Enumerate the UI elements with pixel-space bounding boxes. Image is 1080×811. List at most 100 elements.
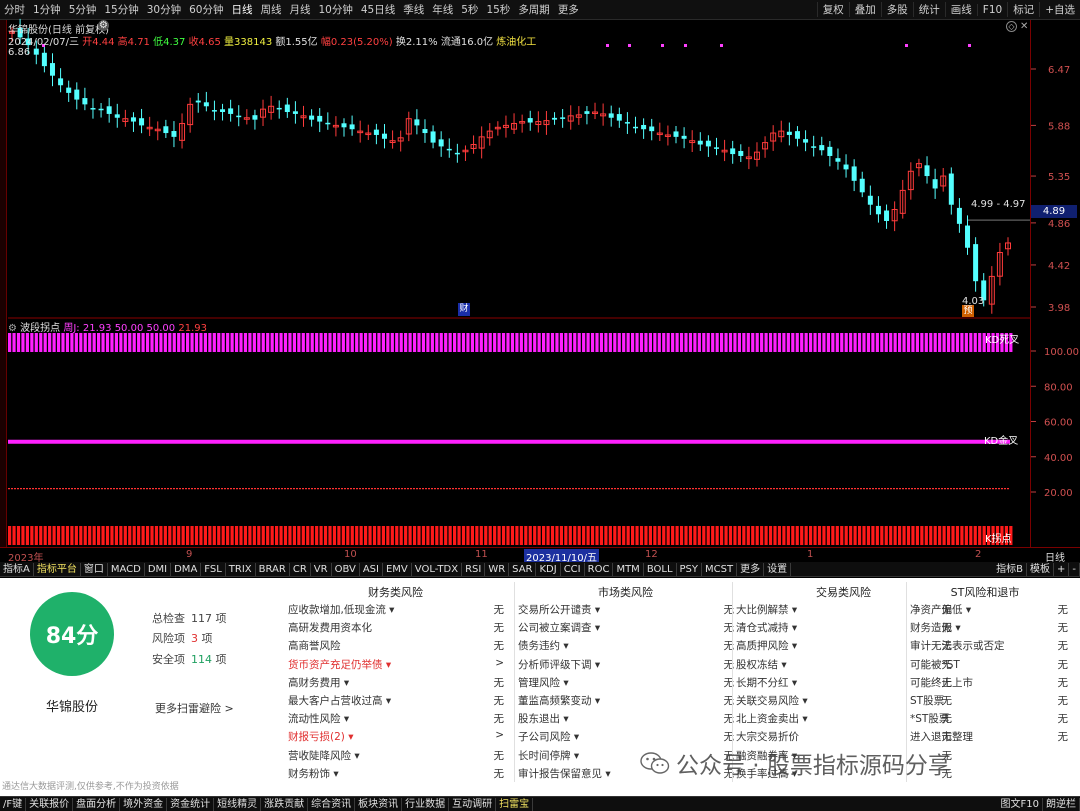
risk-item[interactable]: 高质押风险 ▾ bbox=[736, 638, 797, 653]
kd-top-bar bbox=[724, 333, 728, 352]
indicator-tab[interactable]: 更多 bbox=[737, 562, 765, 576]
indicator-tab[interactable]: TRIX bbox=[226, 562, 256, 576]
finance-marker[interactable]: 财 bbox=[458, 303, 470, 316]
indicator-tab[interactable]: RSI bbox=[462, 562, 486, 576]
risk-item[interactable]: 财务造假 ▾ bbox=[910, 620, 961, 635]
risk-item[interactable]: 货币资产充足仍举债 ▾ bbox=[288, 657, 391, 672]
bottom-tab[interactable]: 互动调研 bbox=[449, 797, 497, 811]
indicator-tab[interactable]: DMA bbox=[171, 562, 202, 576]
k-bottom-bar bbox=[319, 526, 323, 545]
indicator-tab[interactable]: OBV bbox=[332, 562, 360, 576]
bottom-tab[interactable]: 盘面分析 bbox=[73, 797, 121, 811]
indicator-tab-right[interactable]: 指标B bbox=[993, 562, 1027, 576]
indicator-tab[interactable]: CR bbox=[290, 562, 311, 576]
risk-item[interactable]: 董监高频繁变动 ▾ bbox=[518, 693, 600, 708]
k-bottom-bar bbox=[969, 526, 973, 545]
risk-item[interactable]: 大宗交易折价 bbox=[736, 729, 799, 744]
indicator-tab[interactable]: PSY bbox=[677, 562, 703, 576]
indicator-tab[interactable]: VR bbox=[311, 562, 332, 576]
risk-item[interactable]: 公司被立案调查 ▾ bbox=[518, 620, 600, 635]
indicator-tab[interactable]: VOL-TDX bbox=[412, 562, 463, 576]
bottom-right-tab[interactable]: 图文F10 bbox=[998, 797, 1043, 811]
bottom-tab[interactable]: 关联报价 bbox=[26, 797, 74, 811]
bottom-tab[interactable]: 扫雷宝 bbox=[496, 797, 534, 811]
bottom-tab[interactable]: 板块资讯 bbox=[355, 797, 403, 811]
bottom-tab[interactable]: 行业数据 bbox=[402, 797, 450, 811]
chart-close-icon[interactable]: ✕ bbox=[1020, 21, 1028, 32]
risk-item[interactable]: 应收款增加,低现金流 ▾ bbox=[288, 602, 394, 617]
risk-item[interactable]: 股权冻结 ▾ bbox=[736, 657, 787, 672]
header-sector[interactable]: 炼油化工 bbox=[496, 37, 536, 48]
bottom-tab[interactable]: /F键 bbox=[0, 797, 27, 811]
risk-item[interactable]: 长期不分红 ▾ bbox=[736, 675, 797, 690]
indicator-tab[interactable]: MCST bbox=[702, 562, 738, 576]
risk-item[interactable]: 净资产偏低 ▾ bbox=[910, 602, 971, 617]
more-scan-link[interactable]: 更多扫雷避险 > bbox=[155, 700, 234, 716]
risk-item[interactable]: 清仓式减持 ▾ bbox=[736, 620, 797, 635]
indicator-tab[interactable]: DMI bbox=[145, 562, 172, 576]
indicator-tab[interactable]: ROC bbox=[585, 562, 614, 576]
risk-item[interactable]: ST股票 bbox=[910, 693, 944, 708]
risk-item[interactable]: 进入退市整理 bbox=[910, 729, 973, 744]
k-bottom-bar bbox=[889, 526, 893, 545]
risk-item[interactable]: 财报亏损(2) ▾ bbox=[288, 729, 353, 744]
risk-item[interactable]: 流动性风险 ▾ bbox=[288, 711, 349, 726]
risk-item[interactable]: 长时间停牌 ▾ bbox=[518, 748, 579, 763]
risk-item[interactable]: 高财务费用 ▾ bbox=[288, 675, 349, 690]
risk-item[interactable]: 审计报告保留意见 ▾ bbox=[518, 766, 611, 781]
indicator-gear-icon[interactable]: ⚙ bbox=[8, 323, 17, 334]
kd-top-bar bbox=[542, 333, 546, 352]
indicator-tab[interactable]: 指标A bbox=[0, 562, 34, 576]
indicator-tab[interactable]: BRAR bbox=[256, 562, 290, 576]
kd-top-bar bbox=[310, 333, 314, 352]
indicator-tab[interactable]: 设置 bbox=[764, 562, 792, 576]
indicator-tab[interactable]: ASI bbox=[360, 562, 383, 576]
kd-top-bar bbox=[844, 333, 848, 352]
indicator-tab[interactable]: EMV bbox=[383, 562, 412, 576]
bottom-tab[interactable]: 资金统计 bbox=[167, 797, 215, 811]
risk-item[interactable]: 股东退出 ▾ bbox=[518, 711, 569, 726]
indicator-tab[interactable]: MACD bbox=[108, 562, 145, 576]
risk-item[interactable]: 最大客户占营收过高 ▾ bbox=[288, 693, 391, 708]
risk-item[interactable]: 高研发费用资本化 bbox=[288, 620, 372, 635]
risk-item[interactable]: 子公司风险 ▾ bbox=[518, 729, 579, 744]
risk-item[interactable]: 交易所公开谴责 ▾ bbox=[518, 602, 600, 617]
risk-item[interactable]: 北上资金卖出 ▾ bbox=[736, 711, 808, 726]
risk-item[interactable]: 债务违约 ▾ bbox=[518, 638, 569, 653]
risk-item-value: 无 bbox=[723, 622, 735, 635]
risk-item[interactable]: 高商誉风险 bbox=[288, 638, 341, 653]
settings-gear-icon[interactable]: ⚙ bbox=[98, 20, 109, 31]
risk-item[interactable]: 可能被*ST bbox=[910, 657, 960, 672]
indicator-tab[interactable]: FSL bbox=[201, 562, 226, 576]
chart-expand-icon[interactable]: ◇ bbox=[1006, 21, 1017, 32]
indicator-tab[interactable]: BOLL bbox=[644, 562, 677, 576]
bottom-tab[interactable]: 境外资金 bbox=[120, 797, 168, 811]
risk-item[interactable]: 管理风险 ▾ bbox=[518, 675, 569, 690]
risk-item[interactable]: *ST股票 bbox=[910, 711, 949, 726]
indicator-tab[interactable]: KDJ bbox=[536, 562, 561, 576]
indicator-tab[interactable]: SAR bbox=[509, 562, 537, 576]
risk-item[interactable]: 关联交易风险 ▾ bbox=[736, 693, 808, 708]
risk-item[interactable]: 大比例解禁 ▾ bbox=[736, 602, 797, 617]
indicator-tab-right[interactable]: 模板 bbox=[1027, 562, 1054, 576]
bottom-right-tab[interactable]: 朗逆栏 bbox=[1043, 797, 1080, 811]
risk-item[interactable]: 可能终止上市 bbox=[910, 675, 973, 690]
risk-item[interactable]: 营收陡降风险 ▾ bbox=[288, 748, 360, 763]
risk-item[interactable]: 审计无法表示或否定 bbox=[910, 638, 1005, 653]
indicator-tab[interactable]: WR bbox=[485, 562, 510, 576]
bottom-tab[interactable]: 短线精灵 bbox=[214, 797, 262, 811]
indicator-tab[interactable]: 指标平台 bbox=[34, 562, 81, 576]
risk-item[interactable]: 财务粉饰 ▾ bbox=[288, 766, 339, 781]
bottom-tab[interactable]: 涨跌贡献 bbox=[261, 797, 309, 811]
kd-top-bar bbox=[826, 333, 830, 352]
indicator-tab-right[interactable]: + bbox=[1054, 562, 1070, 576]
forecast-marker[interactable]: 预 bbox=[962, 305, 974, 317]
indicator-tab[interactable]: 窗口 bbox=[81, 562, 108, 576]
kline-chart[interactable]: 100.00 80.00 60.00 40.00 20.00 6.47 5.88 5.35 4… bbox=[0, 0, 1080, 547]
risk-item[interactable]: 分析师评级下调 ▾ bbox=[518, 657, 600, 672]
indicator-tab[interactable]: MTM bbox=[613, 562, 644, 576]
indicator-tab[interactable]: CCI bbox=[561, 562, 585, 576]
k-bottom-bar bbox=[359, 526, 363, 545]
bottom-tab[interactable]: 综合资讯 bbox=[308, 797, 356, 811]
indicator-tab-right[interactable]: - bbox=[1069, 562, 1080, 576]
